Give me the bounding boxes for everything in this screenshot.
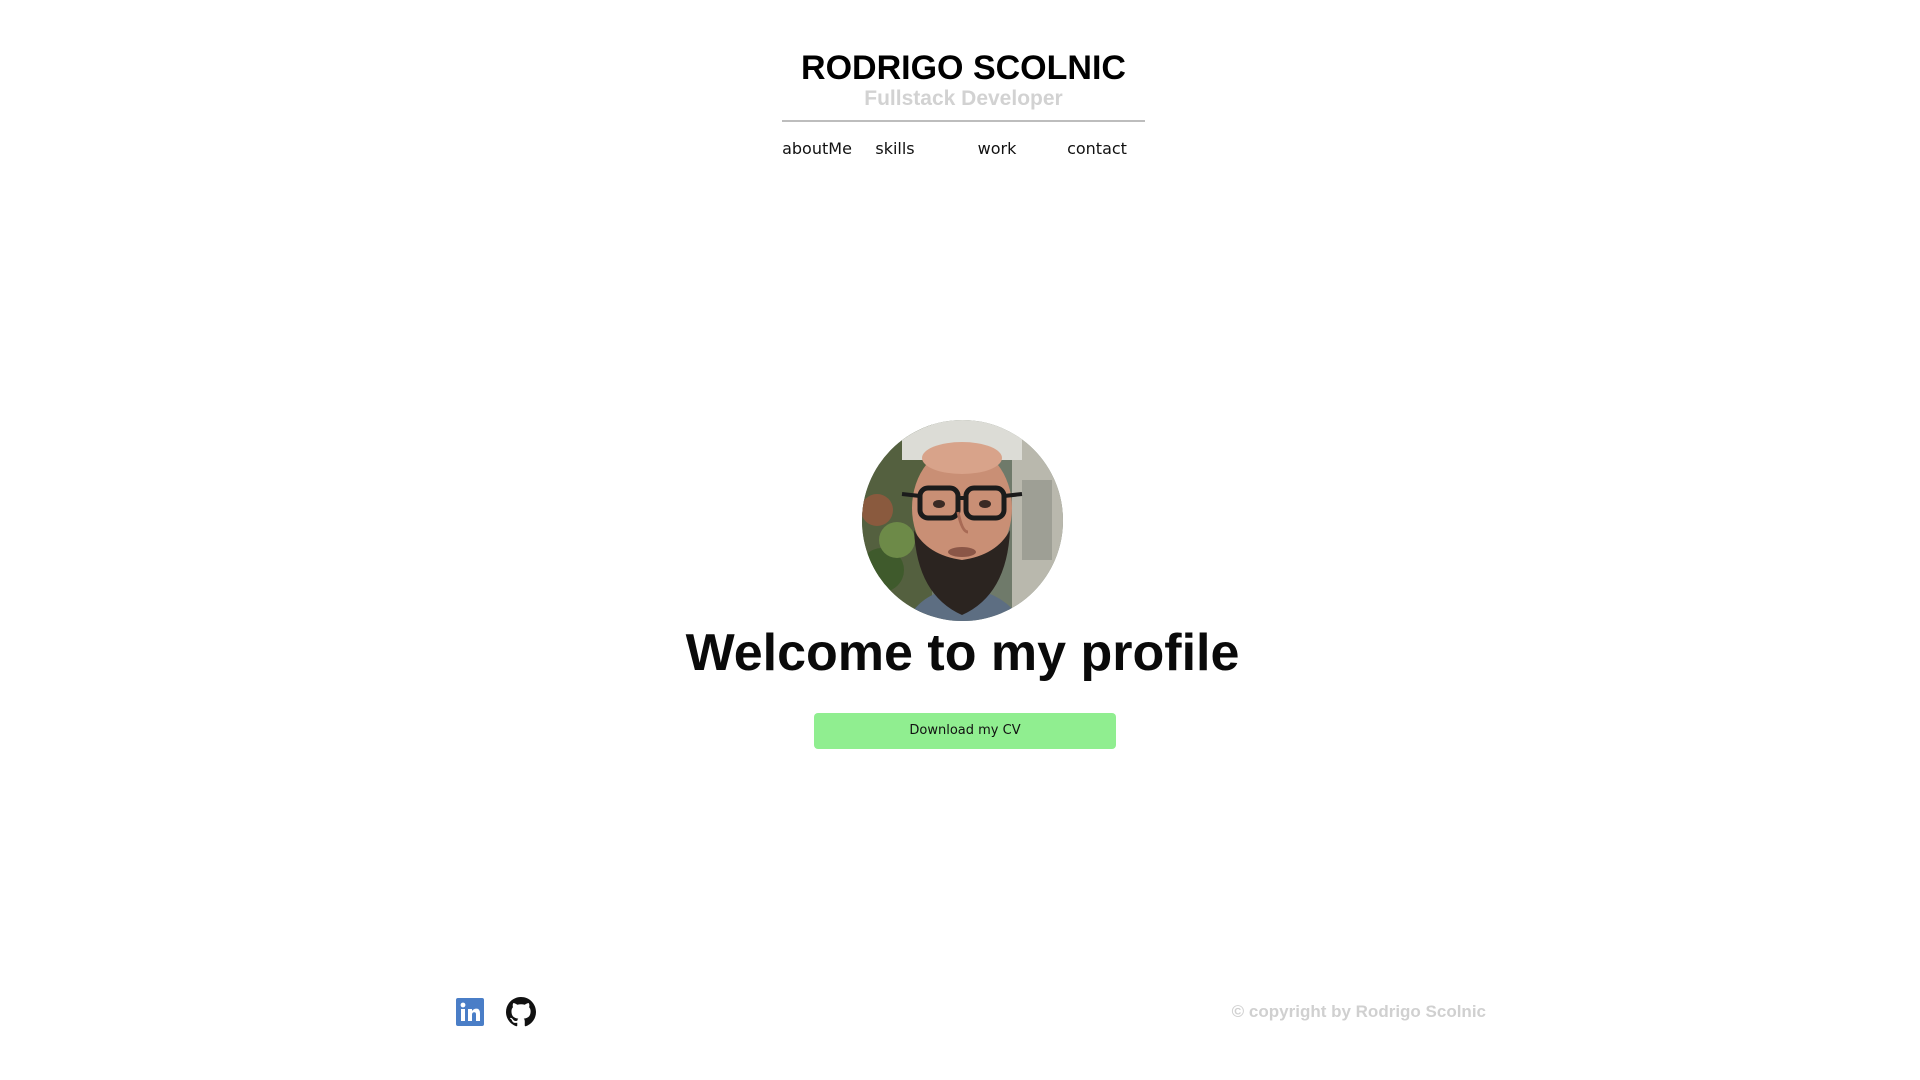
download-cv-button[interactable]: Download my CV [814, 713, 1116, 749]
nav-link-work[interactable]: work [957, 138, 1037, 160]
nav-link-aboutme[interactable]: aboutMe [777, 138, 857, 160]
linkedin-link[interactable] [455, 997, 485, 1027]
copyright-text: © copyright by Rodrigo Scolnic [1231, 1002, 1486, 1021]
site-title: RODRIGO SCOLNIC [801, 49, 1126, 87]
avatar [862, 420, 1063, 621]
github-icon [506, 997, 536, 1027]
github-link[interactable] [506, 997, 536, 1027]
site-header: RODRIGO SCOLNIC Fullstack Developer [782, 48, 1145, 122]
profile-photo [862, 420, 1063, 621]
nav-link-skills[interactable]: skills [855, 138, 935, 160]
nav-link-contact[interactable]: contact [1057, 138, 1137, 160]
site-subtitle: Fullstack Developer [864, 87, 1063, 110]
main-nav: aboutMe skills work contact [782, 138, 1145, 160]
linkedin-icon [456, 998, 484, 1026]
header-divider [782, 120, 1145, 122]
welcome-heading: Welcome to my profile [685, 624, 1240, 682]
